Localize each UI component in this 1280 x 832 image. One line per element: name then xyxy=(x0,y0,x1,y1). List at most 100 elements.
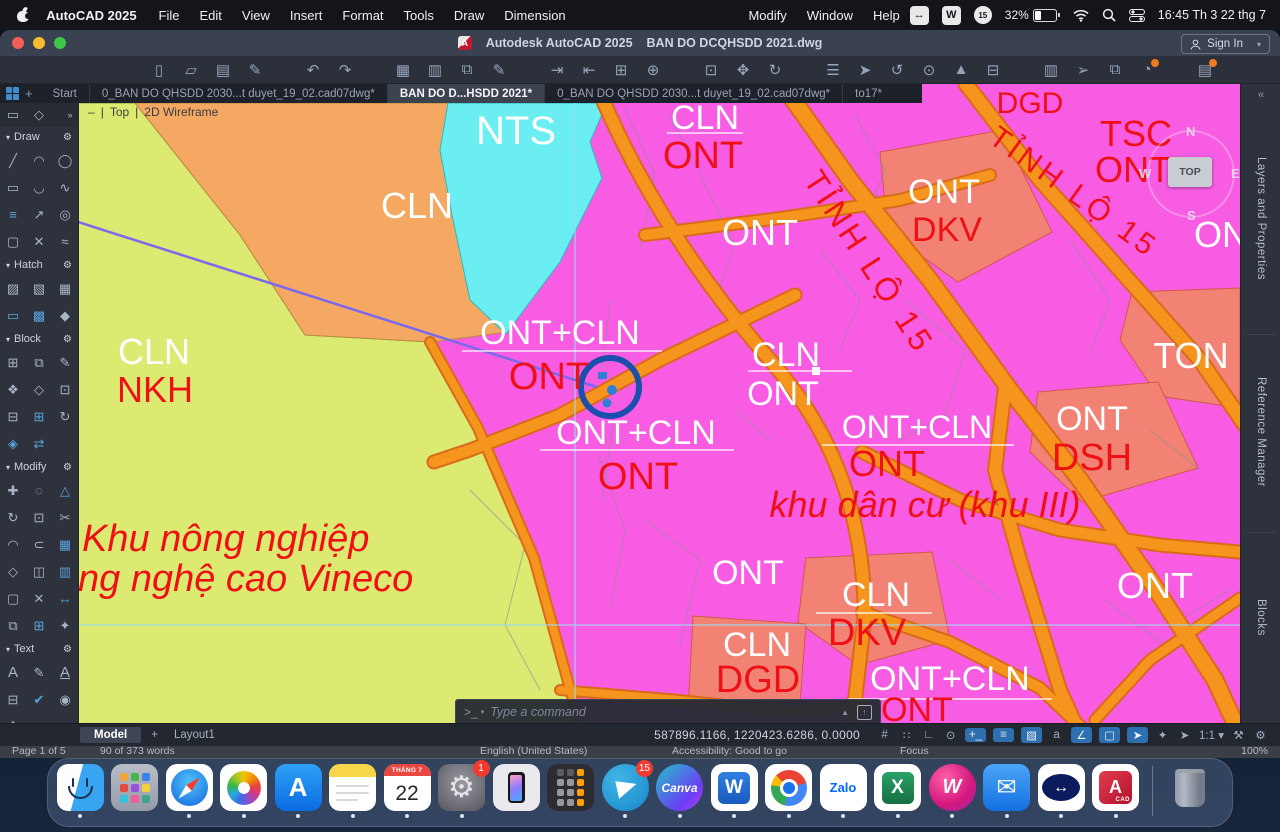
circle-tool-icon[interactable]: ◯ xyxy=(52,147,78,174)
dock-iphone-mirroring[interactable] xyxy=(492,764,540,818)
dock-photos[interactable] xyxy=(220,764,268,818)
offset-tool-icon[interactable]: ⊂ xyxy=(26,531,52,558)
menu-insert[interactable]: Insert xyxy=(280,8,333,23)
menu-app-name[interactable]: AutoCAD 2025 xyxy=(34,8,148,23)
spell-check-icon[interactable]: ✔ xyxy=(26,686,52,713)
solid-fill-icon[interactable]: ◆ xyxy=(52,302,78,329)
viewport-controls[interactable]: – | Top | 2D Wireframe xyxy=(88,105,218,119)
zoom-window-icon[interactable]: ⊡ xyxy=(700,61,722,79)
trim-tool-icon[interactable]: ✂ xyxy=(52,504,78,531)
new-tab-icon[interactable]: + xyxy=(25,86,33,101)
point-style-icon[interactable]: ⊙ xyxy=(918,61,940,79)
measure-tool-icon[interactable]: ↗ xyxy=(26,201,52,228)
mirror-tool-icon[interactable]: △ xyxy=(52,477,78,504)
gradient-tool-icon[interactable]: ▩ xyxy=(26,302,52,329)
revcloud-tool-icon[interactable]: ≈ xyxy=(52,228,78,255)
hatch-tool-icon[interactable]: ▨ xyxy=(0,275,26,302)
command-line[interactable]: >_▾ Type a command ▲ ↑ xyxy=(455,699,881,725)
measure-icon[interactable]: ▲ xyxy=(950,61,972,78)
cube-tool-icon[interactable]: ◇ xyxy=(26,107,52,123)
tab-layout1[interactable]: Layout1 xyxy=(168,729,221,741)
polar-tracking-icon[interactable]: ⊙ xyxy=(943,728,958,742)
hatch-boundary-icon[interactable]: ▦ xyxy=(52,275,78,302)
annotation-visibility-icon[interactable]: ✦ xyxy=(1155,728,1170,742)
add-text-icon[interactable]: ✚ xyxy=(0,713,26,723)
viewport-view[interactable]: Top xyxy=(110,105,129,119)
dock-launchpad[interactable] xyxy=(111,764,159,818)
paste-special-icon[interactable]: ⊞ xyxy=(26,612,52,639)
dock-calendar[interactable]: THÁNG 722 xyxy=(383,764,431,818)
point-tool-icon[interactable]: ✕ xyxy=(26,228,52,255)
dock-trash[interactable] xyxy=(1166,764,1214,818)
workspace-switch-icon[interactable]: ⚒ xyxy=(1231,728,1246,742)
print-icon[interactable]: ▦ xyxy=(392,61,414,79)
dock-safari[interactable] xyxy=(165,764,213,818)
select-tool-icon[interactable]: ⊡ xyxy=(26,504,52,531)
palette-section-hatch[interactable]: ▾Hatch⚙ xyxy=(0,255,78,275)
menu-tools[interactable]: Tools xyxy=(394,8,444,23)
copy-nested-icon[interactable]: ⧉ xyxy=(0,612,26,639)
viewcube-west[interactable]: W xyxy=(1139,166,1151,181)
boundary-tool-icon[interactable]: ▭ xyxy=(0,302,26,329)
refresh-icon[interactable]: ↺ xyxy=(886,61,908,79)
share-icon[interactable]: ◔ xyxy=(1136,61,1158,78)
tag-icon[interactable]: ◇ xyxy=(26,376,52,403)
tab-layers-properties[interactable]: Layers and Properties xyxy=(1241,124,1280,314)
text-style-icon[interactable]: ⊟ xyxy=(0,686,26,713)
dock-finder[interactable] xyxy=(56,764,104,818)
wifi-icon[interactable] xyxy=(1073,9,1089,22)
send-icon[interactable]: ➢ xyxy=(1072,61,1094,79)
copy-tool-icon[interactable]: ◌ xyxy=(26,477,52,504)
viewcube-top-face[interactable]: TOP xyxy=(1168,157,1212,187)
command-share-icon[interactable]: ↑ xyxy=(857,705,872,720)
text-tool-icon[interactable]: A xyxy=(0,659,26,686)
layout-icon[interactable]: ⧉ xyxy=(1104,61,1126,78)
menu-draw[interactable]: Draw xyxy=(444,8,494,23)
layers-icon[interactable]: ▥ xyxy=(1040,61,1062,79)
menu-window[interactable]: Window xyxy=(797,8,863,23)
join-tool-icon[interactable]: ↔ xyxy=(52,585,78,612)
telegram-menu-icon[interactable]: 15 xyxy=(974,6,992,24)
attribute-sync-icon[interactable]: ⊟ xyxy=(0,403,26,430)
underline-text-icon[interactable]: A xyxy=(52,659,78,686)
edit-block-icon[interactable]: ✎ xyxy=(52,349,78,376)
new-file-icon[interactable]: ▯ xyxy=(148,61,170,79)
dock-word[interactable]: W xyxy=(710,764,758,818)
teamviewer-menu-icon[interactable]: ↔ xyxy=(910,6,929,25)
undo-icon[interactable]: ↶ xyxy=(302,61,324,79)
settings-gear-icon[interactable]: ⚙ xyxy=(1253,728,1268,742)
tab-reference-manager[interactable]: Reference Manager xyxy=(1241,352,1280,512)
tab-start[interactable]: Start xyxy=(41,84,89,103)
plot-icon[interactable]: ▥ xyxy=(424,61,446,79)
dock-autocad[interactable]: ACAD xyxy=(1092,764,1140,818)
sign-in-caret-icon[interactable]: ▾ xyxy=(1257,40,1261,49)
palette-section-modify[interactable]: ▾Modify⚙ xyxy=(0,457,78,477)
orbit-icon[interactable]: ↻ xyxy=(764,61,786,79)
grid-display-icon[interactable]: # xyxy=(877,729,892,741)
window-title-bar[interactable]: A Autodesk AutoCAD 2025 BAN DO DCQHSDD 2… xyxy=(0,30,1280,56)
viewcube-east[interactable]: E xyxy=(1231,166,1240,181)
dock-settings[interactable]: 1⚙ xyxy=(438,764,486,818)
multiline-tool-icon[interactable]: ≡ xyxy=(0,201,26,228)
block-compare-icon[interactable]: ⇄ xyxy=(26,430,52,457)
palette-section-text[interactable]: ▾Text⚙ xyxy=(0,639,78,659)
viewport-minimize[interactable]: – xyxy=(88,105,95,119)
attach-icon[interactable]: ⊞ xyxy=(610,61,632,79)
apple-menu-icon[interactable] xyxy=(16,8,28,22)
menu-clock[interactable]: 16:45 Th 3 22 thg 7 xyxy=(1158,8,1266,22)
palette-expand-icon[interactable]: » xyxy=(62,110,78,120)
dock-teamviewer[interactable]: ↔ xyxy=(1037,764,1085,818)
menu-format[interactable]: Format xyxy=(332,8,393,23)
create-block-icon[interactable]: ⧉ xyxy=(26,349,52,376)
selection-icon[interactable]: ➤ xyxy=(854,61,876,79)
dock-zalo[interactable]: Zalo xyxy=(819,764,867,818)
save-as-icon[interactable]: ✎ xyxy=(244,61,266,79)
menu-dimension[interactable]: Dimension xyxy=(494,8,575,23)
hatch-edit-icon[interactable]: ▧ xyxy=(26,275,52,302)
wps-menu-icon[interactable]: W xyxy=(942,6,961,25)
save-web-icon[interactable]: ⊕ xyxy=(642,61,664,79)
section-tool-icon[interactable]: ◫ xyxy=(26,558,52,585)
isolate-objects-icon[interactable]: ▢ xyxy=(1099,727,1120,743)
lineweight-icon[interactable]: ≡ xyxy=(993,728,1014,742)
dock-notes[interactable] xyxy=(329,764,377,818)
